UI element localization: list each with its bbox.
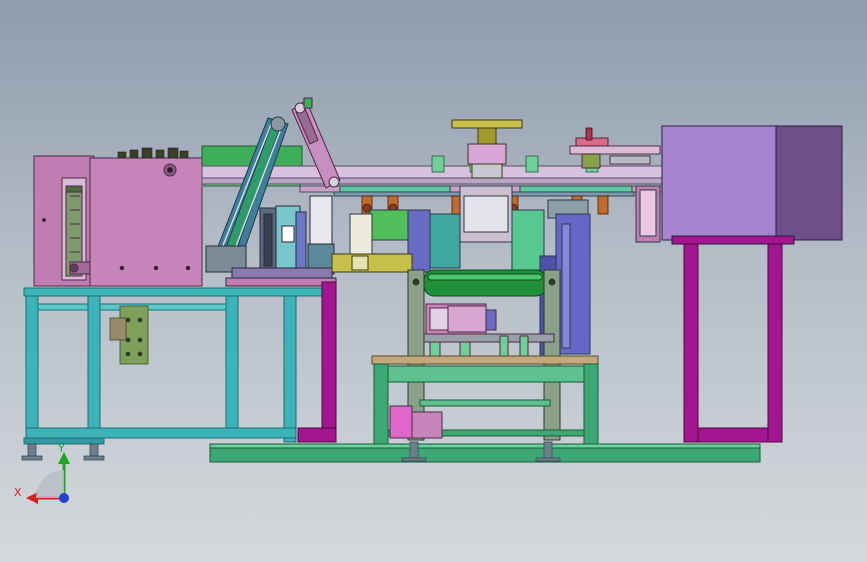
left-pink-housing (33, 155, 203, 287)
olive-bracket (331, 253, 413, 273)
magenta-posts-left (297, 281, 337, 443)
machine-assembly-drawing: Y X (14, 97, 843, 504)
right-vertical-posts (635, 185, 661, 243)
left-cyan-frame (23, 287, 335, 445)
tan-plate (371, 355, 599, 365)
hanging-bracket (109, 305, 149, 365)
motor-assembly (423, 303, 555, 359)
x-axis-label: X (14, 486, 22, 499)
cad-viewport[interactable]: Y X (0, 0, 867, 562)
green-roller (423, 269, 547, 297)
top-connectors (117, 147, 189, 159)
triad-plane-xy (36, 470, 64, 498)
right-magenta-frame (683, 243, 783, 443)
base-rail (209, 443, 761, 463)
right-top-mechanism (569, 127, 661, 169)
y-axis-label: Y (57, 442, 65, 455)
right-cabinet (661, 125, 843, 245)
triad-z-origin (59, 493, 69, 503)
